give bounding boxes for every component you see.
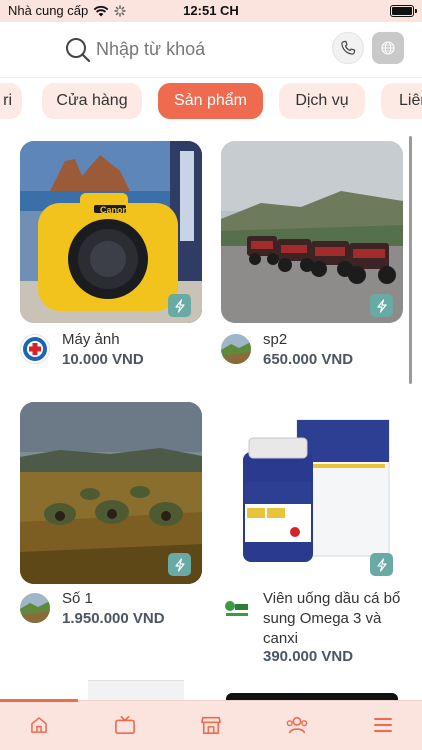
scrollbar[interactable]: [409, 136, 412, 384]
category-tabs: ri Cửa hàng Sản phẩm Dịch vụ Liên: [0, 78, 422, 124]
lightning-icon: [376, 557, 387, 572]
store-avatar[interactable]: [221, 593, 251, 623]
svg-text:Canon: Canon: [100, 205, 128, 215]
product-name[interactable]: sp2: [263, 330, 287, 350]
store-logo-icon: [23, 337, 47, 361]
store-icon: [201, 716, 221, 734]
call-button[interactable]: [332, 32, 364, 64]
tv-icon: [115, 716, 135, 734]
nav-store[interactable]: [198, 713, 224, 737]
product-name[interactable]: Viên uống dầu cá bổ sung Omega 3 và canx…: [263, 589, 400, 649]
landscape-avatar-icon: [20, 593, 50, 623]
product-name-line: sung Omega 3 và: [263, 610, 382, 627]
language-button[interactable]: [372, 32, 404, 64]
next-card-top: [88, 680, 184, 700]
product-price: 650.000 VND: [263, 351, 354, 368]
phone-icon: [341, 40, 356, 55]
nav-menu[interactable]: [370, 713, 396, 737]
store-avatar[interactable]: [20, 593, 50, 623]
tab-prev[interactable]: ri: [0, 83, 22, 119]
tab-products[interactable]: Sản phẩm: [158, 83, 263, 119]
menu-icon: [374, 718, 392, 732]
product-price: 10.000 VND: [62, 351, 144, 368]
status-bar: Nhà cung cấp 12:51 CH: [0, 0, 422, 22]
flash-sale-button[interactable]: [168, 294, 191, 317]
product-name-line: canxi: [263, 630, 299, 647]
bottom-navigation: [0, 699, 422, 750]
flash-sale-button[interactable]: [168, 553, 191, 576]
nav-tv[interactable]: [112, 713, 138, 737]
tab-stores[interactable]: Cửa hàng: [42, 83, 142, 119]
product-name-line: Viên uống dầu cá bổ: [263, 590, 401, 607]
lightning-icon: [174, 557, 185, 572]
store-avatar[interactable]: [20, 334, 50, 364]
product-name[interactable]: Số 1: [62, 589, 93, 609]
lightning-icon: [376, 298, 387, 313]
search-icon: [66, 38, 91, 63]
lightning-icon: [174, 298, 185, 313]
next-card-top: [226, 693, 398, 700]
flash-sale-button[interactable]: [370, 553, 393, 576]
product-name[interactable]: Máy ảnh: [62, 330, 120, 350]
globe-icon: [381, 41, 395, 55]
battery-icon: [390, 5, 417, 17]
home-icon: [31, 717, 47, 733]
tab-services[interactable]: Dịch vụ: [279, 83, 365, 119]
store-logo-icon: [221, 593, 251, 623]
clock: 12:51 CH: [183, 3, 239, 18]
active-tab-indicator: [0, 699, 78, 702]
product-price: 390.000 VND: [263, 648, 354, 665]
header: [0, 22, 422, 78]
product-price: 1.950.000 VND: [62, 610, 165, 627]
tab-contact[interactable]: Liên: [381, 83, 422, 119]
search-input[interactable]: [96, 34, 356, 64]
flash-sale-button[interactable]: [370, 294, 393, 317]
nav-home[interactable]: [26, 713, 52, 737]
store-avatar[interactable]: [221, 334, 251, 364]
nav-people[interactable]: [284, 713, 310, 737]
landscape-avatar-icon: [221, 334, 251, 364]
people-icon: [286, 716, 308, 734]
